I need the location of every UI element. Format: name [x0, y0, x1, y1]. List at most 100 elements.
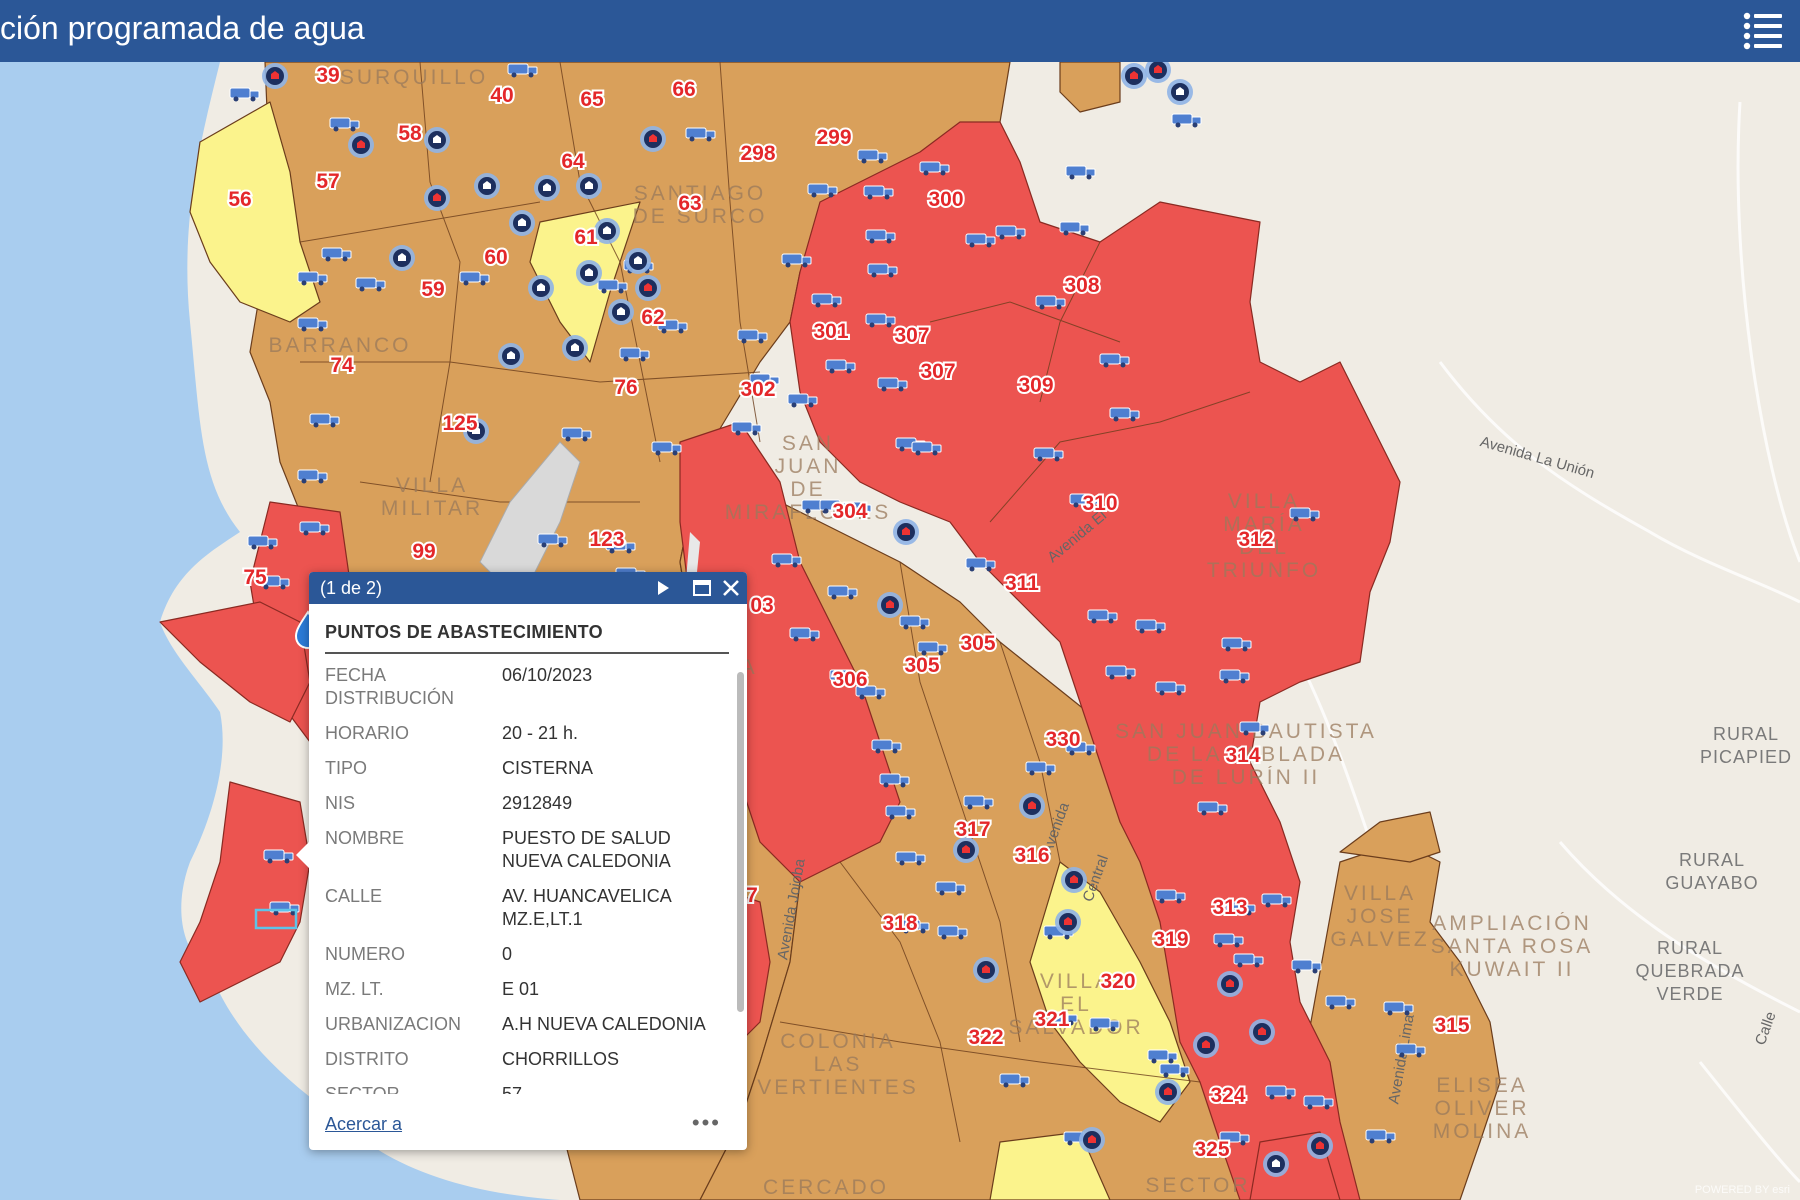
zone-label: 319: [1153, 928, 1188, 951]
zone-label: 299: [816, 126, 851, 149]
supply-point-icon[interactable]: [1249, 1019, 1275, 1045]
field-label: NOMBRE: [325, 828, 405, 848]
supply-point-icon[interactable]: [1061, 867, 1087, 893]
field-value: 2912849: [502, 793, 573, 813]
zone-label: 03: [750, 594, 773, 617]
popup-field-row: TIPO CISTERNA: [325, 757, 729, 780]
place-name-line: SURQUILLO: [340, 66, 488, 89]
supply-point-icon[interactable]: [498, 343, 524, 369]
zone-label: 320: [1100, 970, 1135, 993]
supply-point-icon[interactable]: [973, 957, 999, 983]
zone-label: 321: [1034, 1008, 1069, 1031]
place-name: SURQUILLO: [340, 66, 488, 89]
supply-point-icon[interactable]: [389, 245, 415, 271]
supply-point-icon[interactable]: [528, 275, 554, 301]
zone-label: 305: [904, 654, 939, 677]
field-label: NIS: [325, 793, 356, 813]
supply-point-icon[interactable]: [1167, 79, 1193, 105]
popup-pointer: [296, 842, 309, 868]
supply-point-icon[interactable]: [262, 63, 288, 89]
zone-label: 310: [1082, 492, 1117, 515]
field-value: 20 - 21 h.: [502, 723, 579, 743]
place-name-line: AMPLIACIÓN: [1432, 912, 1592, 935]
popup-header: (1 de 2): [309, 572, 747, 604]
app-title: ción programada de agua: [0, 10, 365, 46]
supply-point-icon[interactable]: [877, 592, 903, 618]
supply-point-icon[interactable]: [1079, 1127, 1105, 1153]
supply-point-icon[interactable]: [348, 132, 374, 158]
supply-point-icon[interactable]: [1019, 793, 1045, 819]
supply-point-icon[interactable]: [424, 185, 450, 211]
supply-point-icon[interactable]: [594, 218, 620, 244]
zone-label: 123: [589, 528, 624, 551]
maximize-icon[interactable]: [691, 578, 713, 598]
supply-point-icon[interactable]: [635, 275, 661, 301]
more-actions-button[interactable]: •••: [692, 1112, 721, 1134]
zone-label: 74: [330, 354, 354, 377]
supply-point-icon[interactable]: [1307, 1133, 1333, 1159]
zone-label: 56: [228, 188, 251, 211]
zone-label: 322: [968, 1026, 1003, 1049]
place-name-line: VILLA: [1228, 490, 1300, 513]
zone-label: 325: [1194, 1138, 1229, 1161]
supply-point-icon[interactable]: [534, 175, 560, 201]
zone-label: 7: [746, 884, 758, 907]
zoom-to-link[interactable]: Acercar a: [325, 1114, 402, 1134]
supply-point-icon[interactable]: [576, 173, 602, 199]
supply-point-icon[interactable]: [424, 127, 450, 153]
place-name-line: VERDE: [1656, 984, 1723, 1004]
supply-point-icon[interactable]: [562, 335, 588, 361]
zone-label: 60: [484, 246, 507, 269]
supply-point-icon[interactable]: [474, 173, 500, 199]
place-name-line: ELISEA: [1436, 1074, 1528, 1097]
zone-label: 311: [1005, 572, 1039, 595]
field-label: SECTOR: [325, 1084, 400, 1094]
feature-popup: (1 de 2) PUNTOS DE ABASTECIMIENTO FECHA …: [296, 572, 747, 1150]
popup-attribute-table[interactable]: FECHA DISTRIBUCIÓN 06/10/2023 HORARIO 20 - …: [325, 664, 729, 1094]
place-name-line: RURAL: [1679, 850, 1745, 870]
zone-label: 64: [561, 150, 585, 173]
place-name-line: GALVEZ: [1330, 928, 1429, 951]
zone-label: 63: [678, 192, 701, 215]
supply-point-icon[interactable]: [625, 248, 651, 274]
supply-point-icon[interactable]: [1263, 1151, 1289, 1177]
popup-divider: [325, 652, 729, 654]
supply-point-icon[interactable]: [509, 210, 535, 236]
place-name-line: GUAYABO: [1665, 873, 1758, 893]
supply-point-icon[interactable]: [640, 126, 666, 152]
close-icon[interactable]: [720, 578, 742, 598]
field-value: 0: [502, 944, 513, 964]
zone-label: 40: [490, 84, 513, 107]
supply-point-icon[interactable]: [1193, 1032, 1219, 1058]
supply-point-icon[interactable]: [576, 260, 602, 286]
supply-point-icon[interactable]: [893, 519, 919, 545]
popup-scrollbar[interactable]: [737, 612, 744, 1012]
supply-point-icon[interactable]: [1217, 971, 1243, 997]
supply-point-icon[interactable]: [608, 299, 634, 325]
place-name-line: VILLA: [1344, 882, 1416, 905]
place-name-line: PICAPIED: [1700, 747, 1792, 767]
popup-field-row: SECTOR 57: [325, 1083, 729, 1094]
place-name-line: RURAL: [1713, 724, 1779, 744]
zone-label: 298: [740, 142, 775, 165]
field-label: MZ. LT.: [325, 979, 384, 999]
supply-point-icon[interactable]: [1155, 1079, 1181, 1105]
popup-field-row: HORARIO 20 - 21 h.: [325, 722, 729, 745]
zone-label: 58: [398, 122, 422, 145]
list-menu-icon[interactable]: [1740, 8, 1786, 54]
field-label: DISTRITO: [325, 1049, 409, 1069]
zone-label: 308: [1064, 274, 1099, 297]
zone-label: 125: [442, 412, 477, 435]
supply-point-icon[interactable]: [1055, 909, 1081, 935]
play-next-icon[interactable]: [652, 578, 674, 598]
zone-label: 330: [1045, 728, 1080, 751]
supply-point-icon[interactable]: [1121, 63, 1147, 89]
map-view[interactable]: SURQUILLO SANTIAGO DE SURCO BARRANCO VILLA MI…: [0, 62, 1800, 1200]
zone-label: 309: [1018, 374, 1053, 397]
place-name: CERCADO: [763, 1176, 886, 1199]
zone-label: 65: [580, 88, 604, 111]
place-name: VILLAMILITAR: [381, 474, 480, 520]
place-name: AMPLIACIÓNSANTA ROSAKUWAIT II: [1431, 912, 1592, 981]
zone-label: 75: [243, 566, 267, 589]
place-name-line: KUWAIT II: [1449, 958, 1574, 981]
